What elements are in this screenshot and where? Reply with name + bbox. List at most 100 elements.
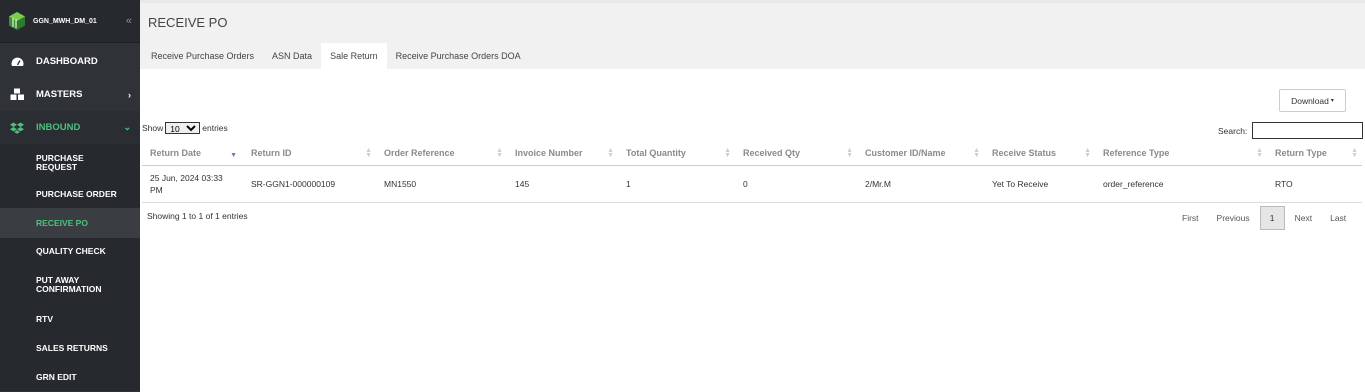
entries-select[interactable]: 10 xyxy=(165,122,201,134)
tab-sale-return[interactable]: Sale Return xyxy=(321,43,387,69)
inbound-submenu: PURCHASE REQUEST PURCHASE ORDER RECEIVE … xyxy=(0,144,140,391)
download-button[interactable]: Download ▾ xyxy=(1279,89,1346,112)
pager-next[interactable]: Next xyxy=(1286,213,1321,223)
nav-item-dashboard[interactable]: DASHBOARD xyxy=(0,45,140,78)
column-header-label: Order Reference xyxy=(384,148,455,159)
subnav-label: PURCHASE ORDER xyxy=(36,189,117,199)
sort-both-icon: ▲ ▼ xyxy=(1084,147,1091,159)
sort-both-icon: ▲ ▼ xyxy=(607,147,614,159)
sort-desc-icon: ▼ xyxy=(230,152,237,159)
search-input[interactable] xyxy=(1252,122,1364,139)
page-title: RECEIVE PO xyxy=(148,14,228,30)
nav-label-dashboard: DASHBOARD xyxy=(36,56,98,67)
table-cell: 25 Jun, 2024 03:33 PM xyxy=(142,165,243,203)
table-cell: 145 xyxy=(507,165,618,203)
tab-receive-purchase-orders-doa[interactable]: Receive Purchase Orders DOA xyxy=(387,43,530,69)
column-header[interactable]: Return Type ▲ ▼ xyxy=(1267,142,1362,166)
column-header-label: Return ID xyxy=(251,148,292,159)
table-row[interactable]: 25 Jun, 2024 03:33 PM SR-GGN1-000000109 MN… xyxy=(142,165,1362,203)
column-header[interactable]: Receive Status ▲ ▼ xyxy=(984,142,1095,166)
sort-both-icon: ▲ ▼ xyxy=(1351,147,1358,159)
column-header[interactable]: Order Reference ▲ ▼ xyxy=(376,142,507,166)
entries-label: entries xyxy=(202,123,228,133)
length-menu: Show 10 entries xyxy=(142,122,228,134)
brand-header: GGN_MWH_DM_01 « xyxy=(0,0,140,43)
pagination: First Previous 1 Next Last xyxy=(1173,206,1355,230)
subnav-item-receive-po[interactable]: RECEIVE PO xyxy=(0,208,140,238)
page-header: RECEIVE PO xyxy=(140,0,1365,41)
sort-both-icon: ▲ ▼ xyxy=(973,147,980,159)
search-box: Search: xyxy=(1218,122,1364,139)
pager-first[interactable]: First xyxy=(1173,213,1208,223)
subnav-label: RTV xyxy=(36,313,53,324)
column-header[interactable]: Reference Type ▲ ▼ xyxy=(1095,142,1267,166)
column-header-label: Return Date xyxy=(150,148,202,159)
column-header[interactable]: Total Quantity ▲ ▼ xyxy=(618,142,735,166)
column-header-label: Received Qty xyxy=(743,148,801,159)
table-body: 25 Jun, 2024 03:33 PM SR-GGN1-000000109 MN… xyxy=(142,165,1362,203)
subnav-label: RECEIVE PO xyxy=(36,217,88,228)
column-header-label: Customer ID/Name xyxy=(865,148,946,159)
tab-asn-data[interactable]: ASN Data xyxy=(263,43,321,69)
table-header-row: Return Date ▼ Return ID ▲ ▼ Order Reference ▲ ▼… xyxy=(142,142,1362,166)
table-cell: order_reference xyxy=(1095,165,1267,203)
column-header-label: Receive Status xyxy=(992,148,1057,159)
brand-logo-icon xyxy=(9,12,25,30)
table-info: Showing 1 to 1 of 1 entries xyxy=(147,211,248,221)
subnav-label: SALES RETURNS xyxy=(36,342,108,353)
table-cell: MN1550 xyxy=(376,165,507,203)
column-header-label: Reference Type xyxy=(1103,148,1170,159)
subnav-label: GRN EDIT xyxy=(36,371,77,382)
column-header[interactable]: Customer ID/Name ▲ ▼ xyxy=(857,142,984,166)
subnav-item-put-away-confirmation[interactable]: PUT AWAY CONFIRMATION xyxy=(0,265,140,305)
table-cell: 2/Mr.M xyxy=(857,165,984,203)
chevron-down-icon: ⌄ xyxy=(123,122,131,132)
tab-receive-purchase-orders[interactable]: Receive Purchase Orders xyxy=(142,43,263,69)
column-header[interactable]: Invoice Number ▲ ▼ xyxy=(507,142,618,166)
table-cell: 0 xyxy=(735,165,857,203)
download-label: Download xyxy=(1291,95,1329,106)
sidebar: GGN_MWH_DM_01 « DASHBOARD MASTERS › INBO… xyxy=(0,0,140,392)
tab-bar: Receive Purchase Orders ASN Data Sale Re… xyxy=(140,41,1365,69)
column-header[interactable]: Return Date ▼ xyxy=(142,142,243,166)
pager-last[interactable]: Last xyxy=(1321,213,1355,223)
column-header[interactable]: Received Qty ▲ ▼ xyxy=(735,142,857,166)
nav-label-inbound: INBOUND xyxy=(36,122,81,133)
show-label: Show xyxy=(142,123,164,133)
subnav-item-purchase-request[interactable]: PURCHASE REQUEST xyxy=(0,144,140,181)
subnav-label: PURCHASE REQUEST xyxy=(36,152,84,172)
table-cell: RTO xyxy=(1267,165,1362,203)
sort-both-icon: ▲ ▼ xyxy=(846,147,853,159)
table-cell: Yet To Receive xyxy=(984,165,1095,203)
subnav-item-purchase-order[interactable]: PURCHASE ORDER xyxy=(0,181,140,208)
nav-item-inbound[interactable]: INBOUND ⌄ xyxy=(0,111,140,144)
dashboard-gauge-icon xyxy=(9,55,25,69)
pager-previous[interactable]: Previous xyxy=(1208,213,1259,223)
subnav-label: PUT AWAY CONFIRMATION xyxy=(36,275,102,294)
subnav-item-quality-check[interactable]: QUALITY CHECK xyxy=(0,238,140,265)
sort-both-icon: ▲ ▼ xyxy=(1256,147,1263,159)
sort-both-icon: ▲ ▼ xyxy=(365,147,372,159)
dropbox-icon xyxy=(9,121,25,135)
chevron-right-icon: › xyxy=(128,89,131,100)
subnav-item-rtv[interactable]: RTV xyxy=(0,305,140,333)
column-header-label: Invoice Number xyxy=(515,148,583,159)
sale-return-table: Return Date ▼ Return ID ▲ ▼ Order Reference ▲ ▼… xyxy=(142,142,1362,203)
search-label: Search: xyxy=(1218,125,1248,136)
subnav-item-grn-edit[interactable]: GRN EDIT xyxy=(0,363,140,391)
column-header-label: Return Type xyxy=(1275,148,1327,159)
sort-both-icon: ▲ ▼ xyxy=(496,147,503,159)
subnav-label: QUALITY CHECK xyxy=(36,246,106,256)
pager-current-page[interactable]: 1 xyxy=(1259,206,1285,230)
sidebar-collapse-icon[interactable]: « xyxy=(126,15,132,27)
table-cell: 1 xyxy=(618,165,735,203)
column-header[interactable]: Return ID ▲ ▼ xyxy=(243,142,376,166)
main-content: RECEIVE PO Receive Purchase Orders ASN D… xyxy=(140,0,1365,392)
nav-label-masters: MASTERS xyxy=(36,89,83,100)
table-cell: SR-GGN1-000000109 xyxy=(243,165,376,203)
brand-name: GGN_MWH_DM_01 xyxy=(33,17,97,25)
sort-both-icon: ▲ ▼ xyxy=(724,147,731,159)
subnav-item-sales-returns[interactable]: SALES RETURNS xyxy=(0,333,140,363)
nav-item-masters[interactable]: MASTERS › xyxy=(0,78,140,111)
column-header-label: Total Quantity xyxy=(626,148,686,159)
